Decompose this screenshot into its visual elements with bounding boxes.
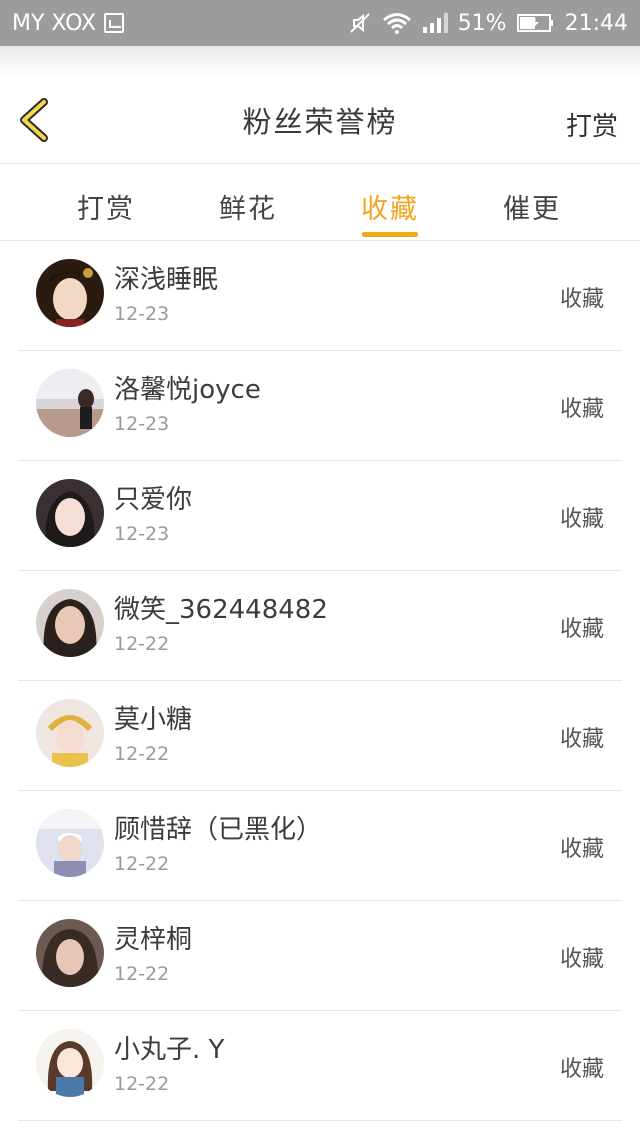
- fan-action: 收藏: [559, 837, 604, 862]
- list-item[interactable]: 顾惜辞（已黑化） 12-22 收藏: [18, 791, 622, 901]
- avatar: [36, 919, 104, 987]
- fan-action: 收藏: [559, 617, 604, 642]
- fan-name: 洛馨悦joyce: [114, 375, 261, 405]
- wifi-icon: [382, 13, 411, 34]
- list-item[interactable]: 只爱你 12-23 收藏: [18, 461, 622, 571]
- fan-date: 12-22: [114, 1073, 170, 1095]
- fan-action: 收藏: [559, 1057, 604, 1082]
- avatar: [36, 479, 104, 547]
- clock: 21:44: [564, 10, 628, 36]
- status-shadow: [0, 46, 640, 76]
- status-right: 51% 21:44: [348, 11, 628, 36]
- fan-date: 12-22: [114, 963, 170, 985]
- fan-action: 收藏: [559, 947, 604, 972]
- fan-name: 灵梓桐: [114, 925, 193, 955]
- fan-name: 只爱你: [114, 485, 193, 515]
- fan-date: 12-22: [114, 743, 170, 765]
- fan-action: 收藏: [559, 397, 604, 422]
- list-item[interactable]: 灵梓桐 12-22 收藏: [18, 901, 622, 1011]
- fan-name: 深浅睡眠: [114, 265, 219, 295]
- fan-list: 深浅睡眠 12-23 收藏 洛馨悦joyce 12-23 收藏 只爱你 12-2…: [0, 241, 640, 1121]
- fan-name: 微笑_362448482: [114, 595, 328, 625]
- fan-name: 小丸子. Y: [114, 1035, 225, 1065]
- avatar: [36, 699, 104, 767]
- fan-date: 12-23: [114, 523, 170, 545]
- mute-icon: [349, 13, 370, 33]
- status-bar: MY XOX 51% 21:44: [0, 0, 640, 46]
- list-item[interactable]: 洛馨悦joyce 12-23 收藏: [18, 351, 622, 461]
- fan-name: 莫小糖: [114, 705, 193, 735]
- page-title: 粉丝荣誉榜: [242, 104, 398, 139]
- fan-date: 12-23: [114, 303, 170, 325]
- list-item[interactable]: 深浅睡眠 12-23 收藏: [18, 241, 622, 351]
- back-button[interactable]: [14, 98, 54, 142]
- list-item[interactable]: 微笑_362448482 12-22 收藏: [18, 571, 622, 681]
- carrier-label: MY XOX: [12, 10, 97, 36]
- avatar: [36, 259, 104, 327]
- tab-collect[interactable]: 收藏: [340, 187, 440, 226]
- list-item[interactable]: 小丸子. Y 12-22 收藏: [18, 1011, 622, 1121]
- tab-reward[interactable]: 打赏: [56, 187, 156, 226]
- fan-action: 收藏: [559, 727, 604, 752]
- tab-flowers[interactable]: 鲜花: [198, 187, 298, 226]
- fan-action: 收藏: [559, 507, 604, 532]
- avatar: [36, 369, 104, 437]
- list-item[interactable]: 莫小糖 12-22 收藏: [18, 681, 622, 791]
- battery-percent: 51%: [457, 10, 507, 36]
- status-left: MY XOX: [12, 10, 125, 36]
- battery-charging-icon: [516, 14, 553, 32]
- tab-active-indicator: [362, 232, 418, 237]
- sim-card-icon: [104, 13, 125, 33]
- chevron-left-icon: [20, 98, 48, 142]
- fan-date: 12-22: [114, 633, 170, 655]
- avatar: [36, 809, 104, 877]
- reward-button[interactable]: 打赏: [566, 106, 618, 143]
- signal-icon: [422, 13, 448, 33]
- tab-bar: 打赏 鲜花 收藏 催更: [0, 165, 640, 241]
- avatar: [36, 1029, 104, 1097]
- fan-date: 12-22: [114, 853, 170, 875]
- avatar: [36, 589, 104, 657]
- header: 粉丝荣誉榜 打赏: [0, 76, 640, 164]
- tab-urge-update[interactable]: 催更: [482, 187, 582, 226]
- fan-date: 12-23: [114, 413, 170, 435]
- fan-action: 收藏: [559, 287, 604, 312]
- fan-name: 顾惜辞（已黑化）: [114, 815, 323, 845]
